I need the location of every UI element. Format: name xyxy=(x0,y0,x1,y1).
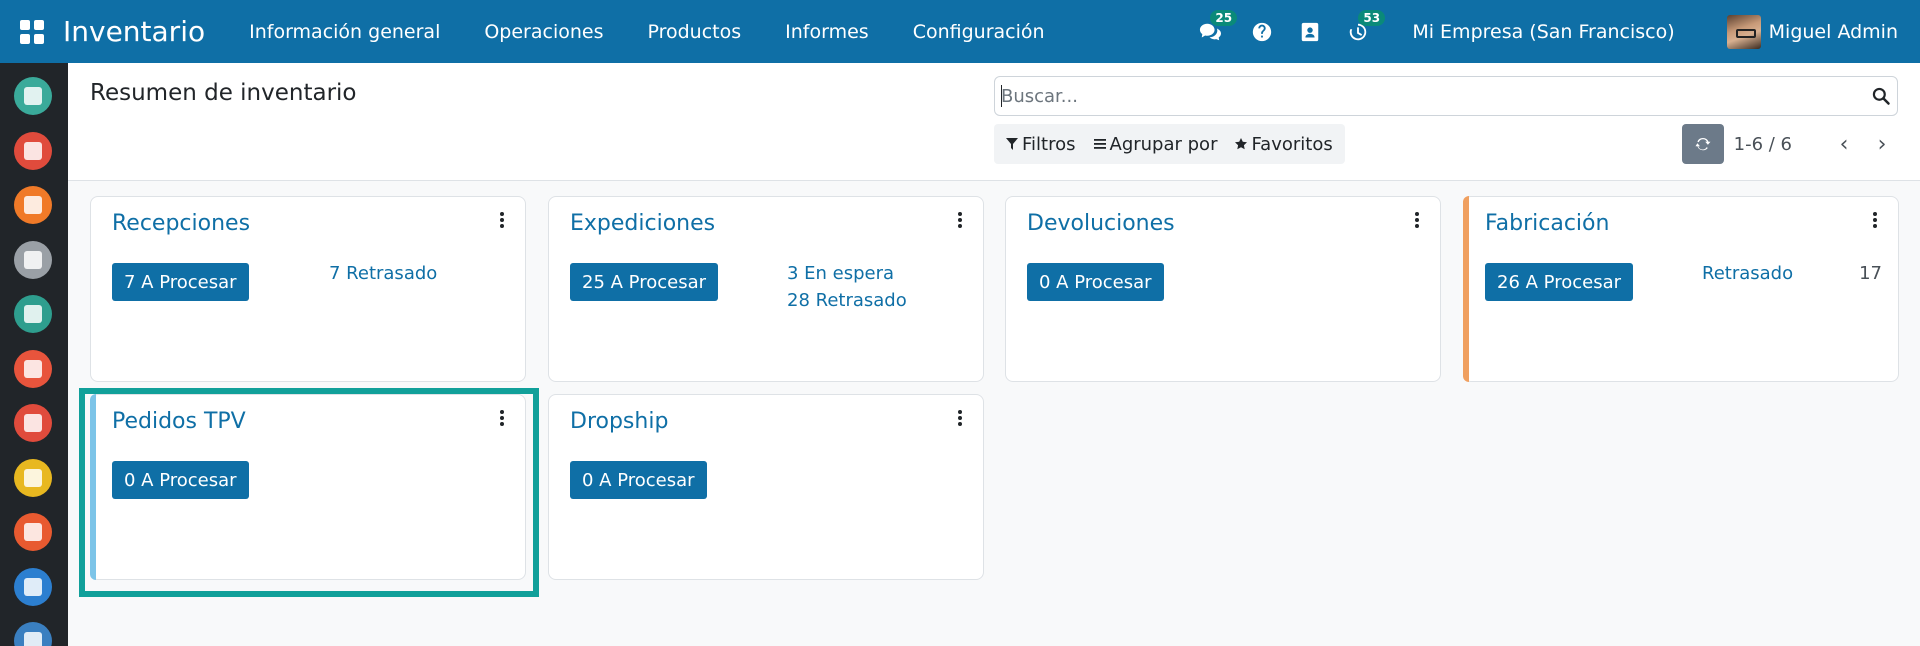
kebab-menu-icon[interactable] xyxy=(499,212,505,228)
late-count: 17 xyxy=(1859,263,1882,284)
chevron-left-icon[interactable]: ‹ xyxy=(1834,132,1854,157)
late-link[interactable]: 28 Retrasado xyxy=(787,290,907,311)
card-title[interactable]: Expediciones xyxy=(570,211,715,236)
bars-icon xyxy=(1093,139,1106,149)
chevron-right-icon[interactable]: › xyxy=(1872,132,1892,157)
waiting-link[interactable]: 3 En espera xyxy=(787,263,894,284)
crm-app-icon[interactable] xyxy=(14,240,52,279)
kebab-menu-icon[interactable] xyxy=(957,212,963,228)
group-by-label: Agrupar por xyxy=(1109,133,1218,155)
to-process-button[interactable]: 0 A Procesar xyxy=(570,461,707,499)
inventory-app-icon[interactable] xyxy=(14,622,52,646)
kebab-menu-icon[interactable] xyxy=(957,410,963,426)
discuss-app-icon[interactable] xyxy=(14,77,52,115)
kebab-menu-icon[interactable] xyxy=(1872,212,1878,228)
pager: 1-6 / 6 ‹ › xyxy=(1681,124,1892,164)
card-title[interactable]: Dropship xyxy=(570,409,668,434)
filters-label: Filtros xyxy=(1022,133,1076,155)
menu-informacion-general[interactable]: Información general xyxy=(249,21,440,43)
menu-productos[interactable]: Productos xyxy=(647,21,741,43)
group-by-button[interactable]: Agrupar por xyxy=(1093,133,1218,155)
star-icon xyxy=(1235,138,1248,150)
filter-icon xyxy=(1006,138,1018,150)
company-switcher[interactable]: Mi Empresa (San Francisco) xyxy=(1412,21,1674,43)
apps-menu-button[interactable] xyxy=(0,0,63,63)
search-input[interactable] xyxy=(1001,85,1861,107)
menu-configuracion[interactable]: Configuración xyxy=(913,21,1045,43)
activities-button[interactable]: 53 xyxy=(1346,9,1386,44)
text-cursor xyxy=(1001,85,1002,107)
search-icon[interactable] xyxy=(1871,86,1891,106)
menu-informes[interactable]: Informes xyxy=(785,21,869,43)
app-sidebar xyxy=(0,63,68,646)
question-circle-icon xyxy=(1253,22,1272,41)
card-color-bar xyxy=(1463,196,1469,382)
user-name: Miguel Admin xyxy=(1768,20,1898,43)
control-panel: Resumen de inventario Filtros Agrupar po… xyxy=(68,63,1920,181)
app-brand[interactable]: Inventario xyxy=(63,15,205,48)
menu-operaciones[interactable]: Operaciones xyxy=(484,21,603,43)
contacts-button[interactable] xyxy=(1298,20,1322,44)
kanban-card-devoluciones[interactable]: Devoluciones 0 A Procesar xyxy=(1005,196,1441,382)
pos-app-icon[interactable] xyxy=(14,567,52,606)
user-menu[interactable]: Miguel Admin xyxy=(1726,14,1898,49)
kanban-card-recepciones[interactable]: Recepciones 7 A Procesar 7 Retrasado xyxy=(90,196,526,382)
page-title: Resumen de inventario xyxy=(90,80,357,106)
card-title[interactable]: Devoluciones xyxy=(1027,211,1175,236)
contacts-app-icon[interactable] xyxy=(14,186,52,224)
kanban-card-dropship[interactable]: Dropship 0 A Procesar xyxy=(548,394,984,580)
kanban-card-fabricacion[interactable]: Fabricación 26 A Procesar Retrasado 17 xyxy=(1463,196,1899,382)
favorites-button[interactable]: Favoritos xyxy=(1235,133,1333,155)
to-process-button[interactable]: 26 A Procesar xyxy=(1485,263,1633,301)
help-button[interactable] xyxy=(1250,20,1274,44)
search-box[interactable] xyxy=(994,76,1898,116)
pager-value[interactable]: 1-6 / 6 xyxy=(1734,134,1792,155)
kebab-menu-icon[interactable] xyxy=(1414,212,1420,228)
selection-highlight xyxy=(79,388,539,597)
avatar xyxy=(1726,14,1761,49)
address-book-icon xyxy=(1302,22,1319,41)
late-link[interactable]: Retrasado xyxy=(1702,263,1793,284)
messages-button[interactable]: 25 xyxy=(1198,9,1238,44)
to-process-button[interactable]: 25 A Procesar xyxy=(570,263,718,301)
filters-button[interactable]: Filtros xyxy=(1006,134,1076,155)
to-process-button[interactable]: 7 A Procesar xyxy=(112,263,249,301)
employees-app-icon[interactable] xyxy=(14,295,52,333)
favorites-label: Favoritos xyxy=(1251,133,1333,155)
card-title[interactable]: Recepciones xyxy=(112,211,250,236)
grid-icon xyxy=(19,19,44,44)
refresh-icon xyxy=(1695,137,1711,151)
dashboards-app-icon[interactable] xyxy=(14,404,52,442)
kanban-card-expediciones[interactable]: Expediciones 25 A Procesar 3 En espera 2… xyxy=(548,196,984,382)
late-link[interactable]: 7 Retrasado xyxy=(329,263,437,284)
sales-app-icon[interactable] xyxy=(14,349,52,388)
expenses-app-icon[interactable] xyxy=(14,513,52,551)
activities-badge: 53 xyxy=(1358,9,1386,26)
refresh-button[interactable] xyxy=(1681,124,1724,164)
calendar-app-icon[interactable] xyxy=(14,131,52,170)
to-process-button[interactable]: 0 A Procesar xyxy=(1027,263,1164,301)
website-app-icon[interactable] xyxy=(14,458,52,497)
messages-badge: 25 xyxy=(1210,9,1238,26)
card-title[interactable]: Fabricación xyxy=(1485,211,1609,236)
top-navbar: Inventario Información general Operacion… xyxy=(0,0,1920,63)
search-panel-toggles: Filtros Agrupar por Favoritos xyxy=(994,124,1345,164)
